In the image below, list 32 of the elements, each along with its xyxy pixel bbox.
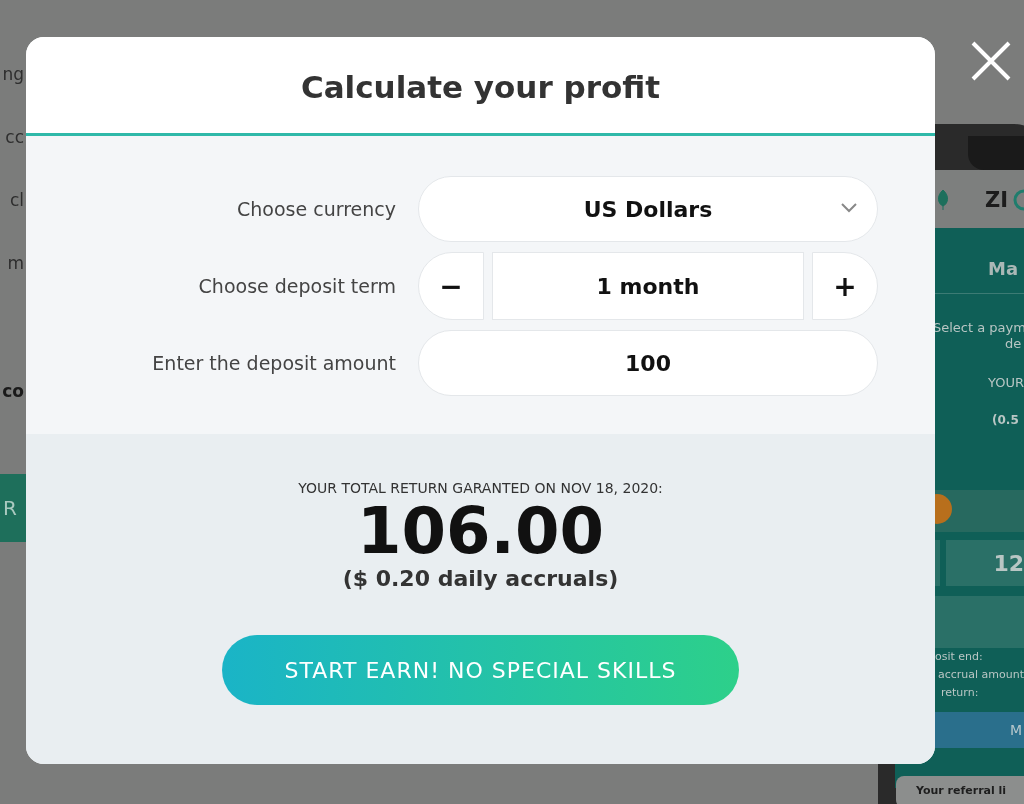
screen-text: accrual amount	[938, 668, 1024, 681]
leaf-icon	[936, 190, 950, 210]
screen-text: de	[1005, 336, 1022, 351]
term-field[interactable]: 1 month	[492, 252, 804, 320]
logo-text: ZI	[985, 188, 1009, 212]
background-text: co	[2, 381, 24, 401]
screen-box	[935, 540, 940, 586]
close-icon[interactable]	[970, 40, 1012, 82]
return-caption: YOUR TOTAL RETURN GARANTED ON NOV 18, 2020:	[298, 480, 663, 496]
phone-notch	[968, 136, 1024, 170]
background-text: ng	[2, 64, 24, 84]
background-text: cl	[9, 190, 24, 210]
field-label: Enter the deposit amount	[151, 352, 396, 374]
currency-dropdown[interactable]: US Dollars	[418, 176, 878, 242]
screen-text: return:	[941, 686, 979, 699]
amount-input[interactable]: 100	[418, 330, 878, 396]
field-label: Choose deposit term	[197, 275, 396, 297]
chevron-down-icon	[841, 203, 857, 213]
total-return: 106.00	[357, 496, 604, 566]
decrease-button[interactable]: −	[418, 252, 484, 320]
screen-text: YOUR	[988, 375, 1024, 390]
field-label: Choose currency	[236, 198, 396, 220]
dialog-title: Calculate your profit	[300, 69, 661, 105]
daily-accruals: ($ 0.20 daily accruals)	[342, 566, 619, 591]
background-text: cc	[5, 127, 24, 147]
screen-heading: Ma	[988, 258, 1019, 279]
screen-text: osit end:	[935, 650, 983, 663]
background-text: m	[7, 253, 24, 273]
increase-button[interactable]: +	[812, 252, 878, 320]
screen-text: (0.5	[992, 413, 1019, 427]
referral-link-bar[interactable]: Your referral li	[896, 776, 1024, 804]
screen-text: Select a paym	[933, 320, 1024, 335]
